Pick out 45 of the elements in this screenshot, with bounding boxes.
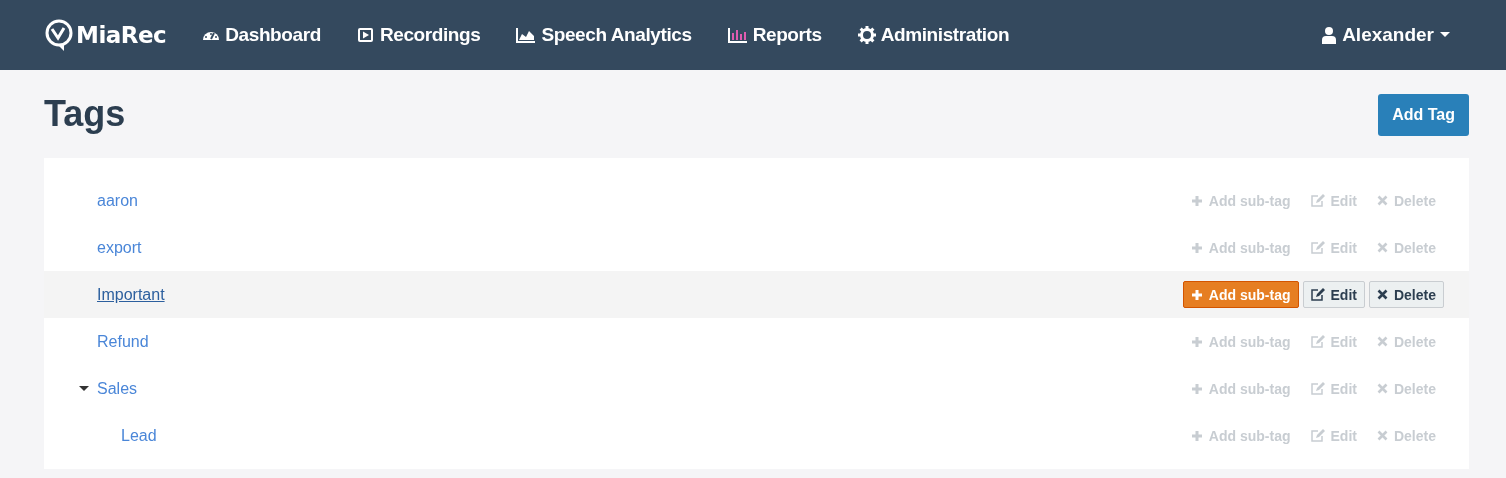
play-icon	[356, 26, 375, 44]
tag-link[interactable]: export	[97, 238, 142, 257]
pencil-square-icon	[1310, 241, 1325, 254]
area-chart-icon	[516, 26, 537, 44]
plus-icon	[1190, 194, 1203, 207]
brand-name: MiaRec	[76, 22, 167, 48]
cross-icon	[1376, 336, 1388, 347]
logo-icon	[44, 18, 74, 52]
add-tag-button[interactable]: Add Tag	[1378, 94, 1469, 136]
user-menu[interactable]: Alexander	[1322, 24, 1450, 46]
cross-icon	[1376, 430, 1388, 441]
add-sub-tag-button[interactable]: Add sub-tag	[1182, 281, 1299, 308]
nav-link[interactable]: Reports	[727, 24, 822, 46]
plus-icon	[1190, 429, 1203, 442]
pencil-square-icon	[1310, 288, 1325, 301]
plus-icon	[1190, 288, 1203, 301]
nav-link[interactable]: Speech Analytics	[516, 24, 692, 46]
brand-logo[interactable]: MiaRec	[44, 18, 167, 52]
user-icon	[1322, 26, 1337, 44]
cross-icon	[1376, 383, 1388, 394]
plus-icon	[1190, 335, 1203, 348]
tag-link[interactable]: Important	[97, 285, 165, 304]
caret-icon	[1440, 32, 1450, 38]
gear-icon	[857, 26, 876, 44]
caret-down-icon[interactable]	[78, 385, 89, 392]
delete-button[interactable]: Delete	[1368, 281, 1444, 308]
pencil-square-icon	[1310, 335, 1325, 348]
bar-chart-icon	[727, 26, 748, 44]
nav-link[interactable]: Administration	[857, 24, 1010, 46]
nav-link[interactable]: Dashboard	[202, 24, 321, 46]
plus-icon	[1190, 382, 1203, 395]
tag-link[interactable]: Refund	[97, 332, 149, 351]
cross-icon	[1376, 242, 1388, 253]
cross-icon	[1376, 195, 1388, 206]
plus-icon	[1190, 241, 1203, 254]
pencil-square-icon	[1310, 382, 1325, 395]
tag-link[interactable]: Sales	[97, 379, 138, 398]
tag-link[interactable]: Lead	[121, 426, 157, 445]
tag-link[interactable]: aaron	[97, 191, 138, 210]
page-title: Tags	[44, 93, 126, 135]
cross-icon	[1376, 289, 1388, 300]
pencil-square-icon	[1310, 194, 1325, 207]
pencil-square-icon	[1310, 429, 1325, 442]
edit-button[interactable]: Edit	[1302, 281, 1365, 308]
nav-link[interactable]: Recordings	[356, 24, 481, 46]
